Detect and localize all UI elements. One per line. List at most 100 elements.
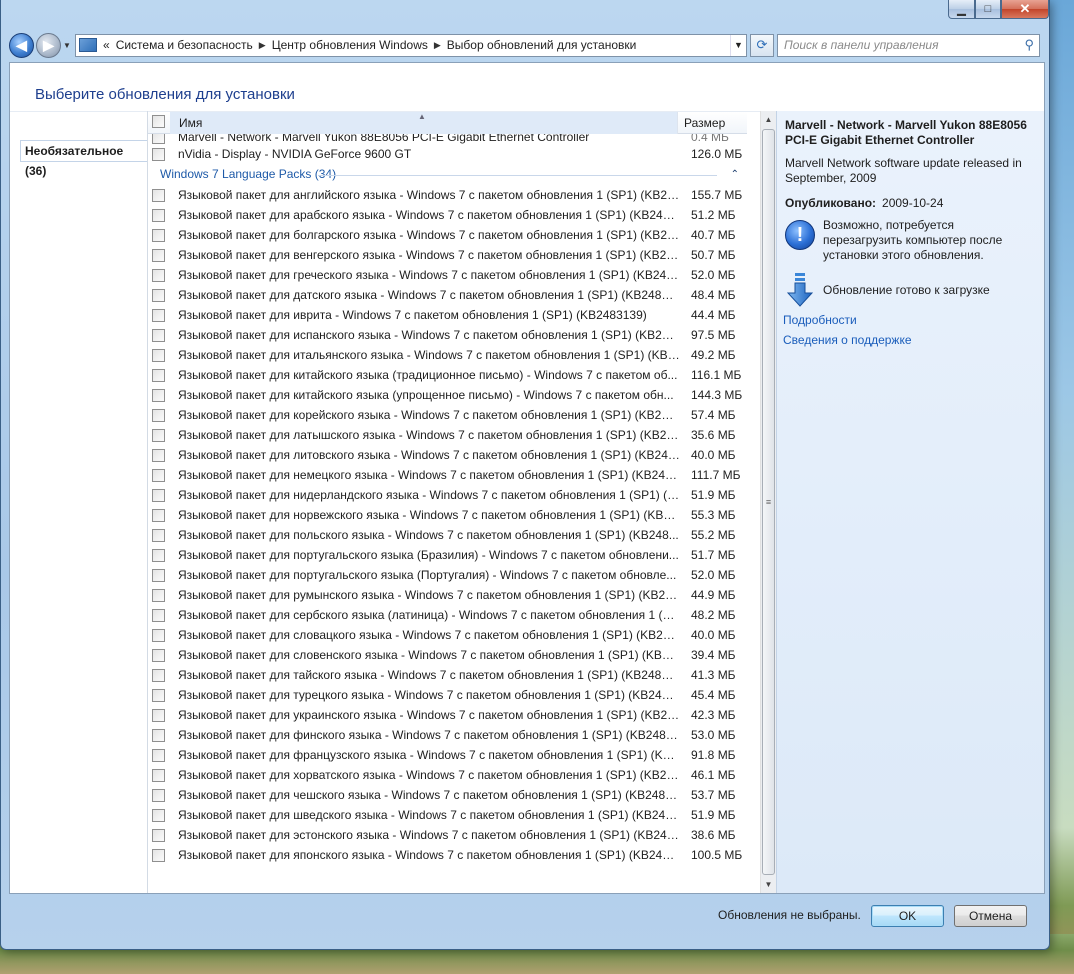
table-row[interactable]: Языковой пакет для украинского языка - W… xyxy=(148,705,747,725)
update-checkbox[interactable] xyxy=(152,628,165,642)
table-row[interactable]: Языковой пакет для китайского языка (тра… xyxy=(148,365,747,385)
group-header-language-packs[interactable]: Windows 7 Language Packs (34) ⌃ xyxy=(148,164,747,185)
update-checkbox[interactable] xyxy=(152,828,165,842)
breadcrumb-overflow[interactable]: « xyxy=(103,38,110,52)
update-checkbox[interactable] xyxy=(152,548,165,562)
scroll-down-icon[interactable]: ▼ xyxy=(761,876,776,893)
search-input[interactable]: Поиск в панели управления ⚲ xyxy=(777,33,1040,57)
table-row[interactable]: Языковой пакет для иврита - Windows 7 с … xyxy=(148,305,747,325)
update-checkbox[interactable] xyxy=(152,608,165,622)
table-row[interactable]: Языковой пакет для тайского языка - Wind… xyxy=(148,665,747,685)
breadcrumb-system-security[interactable]: Система и безопасность xyxy=(116,38,253,52)
table-row[interactable]: Языковой пакет для итальянского языка - … xyxy=(148,345,747,365)
tab-optional-updates[interactable]: Необязательное (36) xyxy=(20,140,147,178)
table-row[interactable]: Языковой пакет для португальского языка … xyxy=(148,545,747,565)
table-row[interactable]: Языковой пакет для норвежского языка - W… xyxy=(148,505,747,525)
update-checkbox[interactable] xyxy=(152,788,165,802)
address-bar[interactable]: « Система и безопасность ▶ Центр обновле… xyxy=(75,33,747,57)
table-row[interactable]: Языковой пакет для сербского языка (лати… xyxy=(148,605,747,625)
collapse-group-icon[interactable]: ⌃ xyxy=(731,164,739,185)
table-row[interactable]: Языковой пакет для корейского языка - Wi… xyxy=(148,405,747,425)
update-checkbox[interactable] xyxy=(152,268,165,282)
back-button[interactable]: ◀ xyxy=(9,32,34,58)
update-checkbox[interactable] xyxy=(152,368,165,382)
table-row[interactable]: Языковой пакет для греческого языка - Wi… xyxy=(148,265,747,285)
table-row[interactable]: Языковой пакет для португальского языка … xyxy=(148,565,747,585)
column-header-name[interactable]: ▲ Имя xyxy=(170,111,678,134)
update-checkbox[interactable] xyxy=(152,668,165,682)
table-row[interactable]: Языковой пакет для китайского языка (упр… xyxy=(148,385,747,405)
update-checkbox[interactable] xyxy=(152,648,165,662)
table-row[interactable]: Языковой пакет для болгарского языка - W… xyxy=(148,225,747,245)
table-row[interactable]: Языковой пакет для словенского языка - W… xyxy=(148,645,747,665)
update-checkbox[interactable] xyxy=(152,748,165,762)
update-checkbox[interactable] xyxy=(152,308,165,322)
column-header-size[interactable]: Размер xyxy=(678,116,725,130)
address-dropdown-icon[interactable]: ▼ xyxy=(730,34,746,56)
cancel-button[interactable]: Отмена xyxy=(954,905,1027,927)
update-checkbox[interactable] xyxy=(152,468,165,482)
recent-pages-dropdown[interactable]: ▼ xyxy=(63,41,71,50)
update-checkbox[interactable] xyxy=(152,248,165,262)
details-link[interactable]: Подробности xyxy=(783,313,1036,327)
update-checkbox[interactable] xyxy=(152,348,165,362)
update-checkbox[interactable] xyxy=(152,328,165,342)
refresh-button[interactable]: ⟳ xyxy=(750,33,774,57)
update-checkbox[interactable] xyxy=(152,568,165,582)
table-row[interactable]: Языковой пакет для арабского языка - Win… xyxy=(148,205,747,225)
breadcrumb-separator-icon[interactable]: ▶ xyxy=(434,40,441,51)
table-row[interactable]: nVidia - Display - NVIDIA GeForce 9600 G… xyxy=(148,144,747,164)
table-row[interactable]: Языковой пакет для польского языка - Win… xyxy=(148,525,747,545)
update-checkbox[interactable] xyxy=(152,508,165,522)
table-row[interactable]: Языковой пакет для японского языка - Win… xyxy=(148,845,747,865)
table-row[interactable]: Языковой пакет для хорватского языка - W… xyxy=(148,765,747,785)
maximize-button[interactable]: □ xyxy=(975,0,1001,19)
update-checkbox[interactable] xyxy=(152,408,165,422)
table-row[interactable]: Языковой пакет для финского языка - Wind… xyxy=(148,725,747,745)
update-checkbox[interactable] xyxy=(152,428,165,442)
support-info-link[interactable]: Сведения о поддержке xyxy=(783,333,1036,347)
table-row[interactable]: Языковой пакет для литовского языка - Wi… xyxy=(148,445,747,465)
breadcrumb-separator-icon[interactable]: ▶ xyxy=(259,40,266,51)
table-row[interactable]: Языковой пакет для нидерландского языка … xyxy=(148,485,747,505)
table-row[interactable]: Языковой пакет для французского языка - … xyxy=(148,745,747,765)
table-row[interactable]: Языковой пакет для латышского языка - Wi… xyxy=(148,425,747,445)
select-all-checkbox[interactable] xyxy=(152,114,165,128)
update-checkbox[interactable] xyxy=(152,808,165,822)
table-row[interactable]: Языковой пакет для испанского языка - Wi… xyxy=(148,325,747,345)
update-checkbox[interactable] xyxy=(152,768,165,782)
close-button[interactable]: ✕ xyxy=(1001,0,1049,19)
table-row[interactable]: Языковой пакет для венгерского языка - W… xyxy=(148,245,747,265)
table-row[interactable]: Marvell - Network - Marvell Yukon 88E805… xyxy=(148,134,747,144)
table-row[interactable]: Языковой пакет для эстонского языка - Wi… xyxy=(148,825,747,845)
table-row[interactable]: Языковой пакет для румынского языка - Wi… xyxy=(148,585,747,605)
vertical-scrollbar[interactable]: ▲ ≡ ▼ xyxy=(760,111,776,893)
search-icon[interactable]: ⚲ xyxy=(1024,37,1034,53)
update-checkbox[interactable] xyxy=(152,228,165,242)
update-checkbox[interactable] xyxy=(152,208,165,222)
update-checkbox[interactable] xyxy=(152,528,165,542)
update-checkbox[interactable] xyxy=(152,708,165,722)
breadcrumb-select-updates[interactable]: Выбор обновлений для установки xyxy=(447,38,637,52)
table-row[interactable]: Языковой пакет для турецкого языка - Win… xyxy=(148,685,747,705)
table-row[interactable]: Языковой пакет для английского языка - W… xyxy=(148,185,747,205)
ok-button[interactable]: OK xyxy=(871,905,944,927)
update-checkbox[interactable] xyxy=(152,147,165,161)
update-checkbox[interactable] xyxy=(152,448,165,462)
update-checkbox[interactable] xyxy=(152,688,165,702)
minimize-button[interactable]: ▁ xyxy=(948,0,975,19)
update-checkbox[interactable] xyxy=(152,728,165,742)
update-checkbox[interactable] xyxy=(152,288,165,302)
update-checkbox[interactable] xyxy=(152,388,165,402)
table-row[interactable]: Языковой пакет для словацкого языка - Wi… xyxy=(148,625,747,645)
table-row[interactable]: Языковой пакет для чешского языка - Wind… xyxy=(148,785,747,805)
update-checkbox[interactable] xyxy=(152,488,165,502)
update-checkbox[interactable] xyxy=(152,134,165,144)
forward-button[interactable]: ▶ xyxy=(36,32,61,58)
scroll-thumb[interactable]: ≡ xyxy=(762,129,775,875)
table-row[interactable]: Языковой пакет для шведского языка - Win… xyxy=(148,805,747,825)
table-row[interactable]: Языковой пакет для датского языка - Wind… xyxy=(148,285,747,305)
update-checkbox[interactable] xyxy=(152,848,165,862)
scroll-up-icon[interactable]: ▲ xyxy=(761,111,776,128)
update-checkbox[interactable] xyxy=(152,588,165,602)
